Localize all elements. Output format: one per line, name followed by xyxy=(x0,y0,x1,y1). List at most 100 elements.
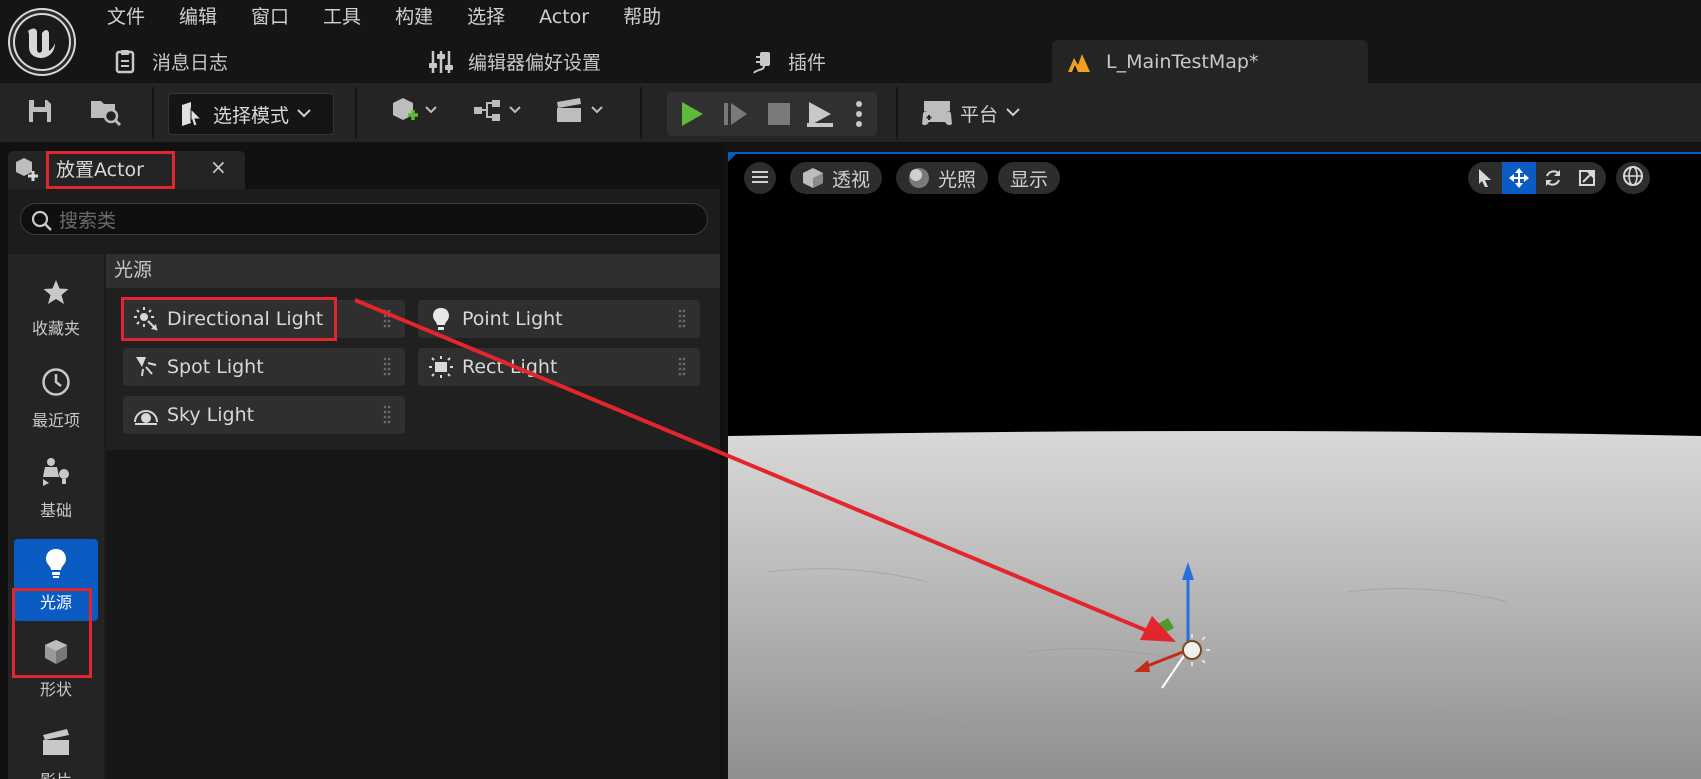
level-icon xyxy=(1066,49,1092,75)
menu-build[interactable]: 构建 xyxy=(378,0,450,36)
menu-file[interactable]: 文件 xyxy=(90,0,162,36)
category-sidebar: 收藏夹 最近项 基础 光源 形状 影片 xyxy=(8,254,104,779)
editor-tabs: 消息日志 编辑器偏好设置 插件 L_MainTestMap* xyxy=(90,40,1701,83)
menu-help[interactable]: 帮助 xyxy=(606,0,678,36)
toolbar-separator xyxy=(896,87,898,139)
tab-plugins[interactable]: 插件 xyxy=(748,40,826,83)
play-controls xyxy=(667,92,877,136)
more-options-icon[interactable] xyxy=(855,100,863,132)
menu-edit[interactable]: 编辑 xyxy=(162,0,234,36)
panel-body: 搜索类 收藏夹 最近项 基础 光源 形状 光源 Directional Ligh… xyxy=(8,189,720,779)
lighting-mode-button[interactable]: 光照 xyxy=(896,162,989,194)
level-viewport[interactable]: 透视 光照 显示 xyxy=(728,152,1701,779)
transform-gizmo[interactable] xyxy=(1128,554,1248,704)
category-cinematic[interactable]: 影片 xyxy=(14,718,98,779)
menu-tools[interactable]: 工具 xyxy=(306,0,378,36)
save-button[interactable] xyxy=(20,93,60,133)
step-icon[interactable] xyxy=(723,101,749,131)
viewport-active-border xyxy=(728,152,1701,154)
menu-bar: 文件 编辑 窗口 工具 构建 选择 Actor 帮助 xyxy=(90,0,678,36)
drag-handle-icon[interactable] xyxy=(383,309,391,334)
category-label: 基础 xyxy=(39,501,72,520)
cube-icon xyxy=(802,167,824,189)
selection-mode-dropdown[interactable]: 选择模式 xyxy=(168,93,334,135)
section-title: 光源 xyxy=(106,254,720,288)
globe-icon xyxy=(1622,165,1644,191)
directional-light-highlight xyxy=(121,297,337,341)
world-local-toggle[interactable] xyxy=(1616,162,1650,194)
category-basic[interactable]: 基础 xyxy=(14,448,98,530)
actor-point-light[interactable]: Point Light xyxy=(418,300,700,338)
tab-label: 编辑器偏好设置 xyxy=(468,52,602,74)
drag-handle-icon[interactable] xyxy=(678,357,686,382)
tab-level-map[interactable]: L_MainTestMap* xyxy=(1052,40,1368,83)
actor-spot-light[interactable]: Spot Light xyxy=(123,348,405,386)
tab-message-log[interactable]: 消息日志 xyxy=(112,40,228,83)
perspective-button[interactable]: 透视 xyxy=(790,162,883,194)
viewport-menu-button[interactable] xyxy=(744,162,776,194)
move-icon[interactable] xyxy=(1502,162,1536,194)
chevron-down-icon xyxy=(1006,108,1020,118)
place-actors-panel: 放置Actor × 搜索类 收藏夹 最近项 基础 光源 形状 光源 Direct… xyxy=(0,143,724,779)
actor-label: Sky Light xyxy=(167,404,255,426)
viewport-corner-marker xyxy=(728,152,738,162)
browse-content-button[interactable] xyxy=(84,93,128,133)
show-flags-button[interactable]: 显示 xyxy=(998,162,1061,194)
clock-icon xyxy=(41,367,71,401)
gamepad-icon xyxy=(920,98,954,128)
tab-label: 插件 xyxy=(788,52,827,74)
actor-rect-light[interactable]: Rect Light xyxy=(418,348,700,386)
place-actors-tab[interactable]: 放置Actor × xyxy=(8,151,245,189)
lit-sphere-icon xyxy=(908,167,930,189)
rect-light-icon xyxy=(426,352,456,382)
category-shapes[interactable]: 形状 xyxy=(14,628,98,710)
quick-add-button[interactable] xyxy=(386,93,442,133)
hamburger-icon xyxy=(751,167,769,189)
tab-label: 消息日志 xyxy=(152,52,229,74)
platform-dropdown[interactable]: 平台 xyxy=(920,93,1020,133)
actor-sky-light[interactable]: Sky Light xyxy=(123,396,405,434)
menu-actor[interactable]: Actor xyxy=(522,0,606,36)
lights-section: Directional Light Point Light Spot Light xyxy=(106,288,720,450)
clapperboard-icon xyxy=(554,95,606,131)
plug-icon xyxy=(748,49,774,75)
eject-icon[interactable] xyxy=(805,100,835,132)
spot-light-icon xyxy=(131,352,161,382)
star-icon xyxy=(42,279,70,309)
category-label: 收藏夹 xyxy=(31,319,80,338)
select-mode-icon xyxy=(179,101,203,127)
folder-search-icon xyxy=(89,96,123,130)
blueprints-button[interactable] xyxy=(470,93,526,133)
lightbulb-icon xyxy=(43,547,69,583)
title-bar: 文件 编辑 窗口 工具 构建 选择 Actor 帮助 消息日志 编辑器偏好设置 … xyxy=(0,0,1701,83)
selection-mode-label: 选择模式 xyxy=(213,104,290,127)
cinematics-button[interactable] xyxy=(552,93,608,133)
point-light-icon xyxy=(426,304,456,334)
tab-editor-preferences[interactable]: 编辑器偏好设置 xyxy=(428,40,601,83)
play-icon[interactable] xyxy=(679,101,705,131)
basic-shapes-icon xyxy=(40,457,72,491)
drag-handle-icon[interactable] xyxy=(383,357,391,382)
toolbar-separator xyxy=(152,87,154,139)
select-arrow-icon[interactable] xyxy=(1468,162,1502,194)
search-placeholder: 搜索类 xyxy=(59,209,117,232)
stop-icon[interactable] xyxy=(767,102,791,130)
search-input[interactable]: 搜索类 xyxy=(20,203,708,235)
rotate-icon[interactable] xyxy=(1536,162,1570,194)
category-recent[interactable]: 最近项 xyxy=(14,358,98,440)
scale-icon[interactable] xyxy=(1570,162,1604,194)
save-icon xyxy=(26,97,54,129)
sliders-icon xyxy=(428,49,454,75)
actor-label: Point Light xyxy=(462,308,563,330)
close-icon[interactable]: × xyxy=(210,155,227,179)
chevron-down-icon xyxy=(297,109,311,119)
menu-select[interactable]: 选择 xyxy=(450,0,522,36)
clapperboard-icon xyxy=(41,727,71,761)
toolbar-separator xyxy=(355,87,357,139)
unreal-logo[interactable] xyxy=(10,10,74,74)
category-favorites[interactable]: 收藏夹 xyxy=(14,268,98,350)
drag-handle-icon[interactable] xyxy=(678,309,686,334)
menu-window[interactable]: 窗口 xyxy=(234,0,306,36)
drag-handle-icon[interactable] xyxy=(383,405,391,430)
category-label: 影片 xyxy=(40,767,72,779)
